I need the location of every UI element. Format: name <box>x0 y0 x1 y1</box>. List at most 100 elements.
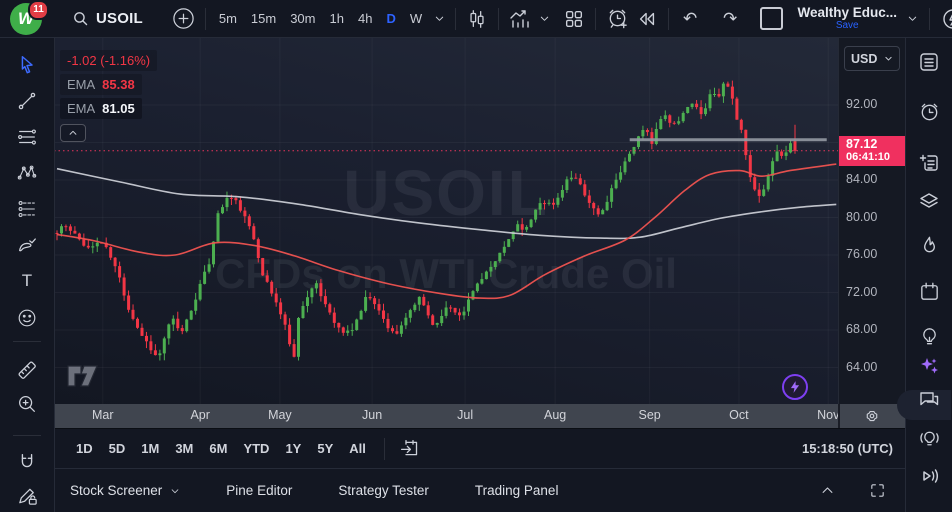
chevron-down-icon <box>884 54 893 63</box>
notes-button[interactable] <box>915 149 943 177</box>
timeframe-4h[interactable]: 4h <box>351 5 379 33</box>
utc-clock[interactable]: 15:18:50 (UTC) <box>802 441 893 456</box>
alarm-clock-plus-icon <box>606 7 629 30</box>
chart-area[interactable]: USOIL CFDs on WTI Crude Oil -1.02 (-1.16… <box>54 38 838 404</box>
timeframe-30m[interactable]: 30m <box>283 5 322 33</box>
range-1y[interactable]: 1Y <box>277 436 309 462</box>
range-ytd[interactable]: YTD <box>235 436 277 462</box>
watchlist-button[interactable] <box>915 48 943 76</box>
live-streams-button[interactable] <box>915 424 943 452</box>
range-1d[interactable]: 1D <box>68 436 101 462</box>
timeframe-15m[interactable]: 15m <box>244 5 283 33</box>
range-buttons: 1D5D1M3M6MYTD1Y5YAll <box>68 436 374 462</box>
ema-slow-legend-row[interactable]: EMA81.05 <box>60 98 142 119</box>
trend-line-tool-button[interactable] <box>13 87 41 115</box>
cursor-tool-button[interactable] <box>13 51 41 79</box>
chat-button[interactable] <box>915 385 943 413</box>
right-sidebar <box>905 38 952 512</box>
smiley-icon <box>16 307 38 329</box>
account-menu-button[interactable]: W 11 <box>6 0 50 38</box>
chevron-up-icon <box>68 128 78 138</box>
time-tick-label: Jul <box>457 408 473 422</box>
tab-strategy-tester[interactable]: Strategy Tester <box>338 483 429 498</box>
multichart-layout-button[interactable] <box>559 4 589 34</box>
indicators-button[interactable] <box>505 4 535 34</box>
emoji-tool-button[interactable] <box>13 304 41 332</box>
time-tick-label: Oct <box>729 408 748 422</box>
hotlists-button[interactable] <box>915 231 943 259</box>
bar-replay-button[interactable] <box>632 4 662 34</box>
magnet-mode-button[interactable] <box>13 448 41 476</box>
layout-title-block[interactable]: Wealthy Educ... Save <box>797 6 897 32</box>
tab-trading-panel[interactable]: Trading Panel <box>475 483 559 498</box>
bottom-range-bar: 1D5D1M3M6MYTD1Y5YAll 15:18:50 (UTC) <box>54 428 906 468</box>
tab-label: Stock Screener <box>70 483 162 498</box>
legend-collapse-button[interactable] <box>60 124 86 142</box>
indicator-templates-button[interactable] <box>535 4 553 34</box>
lightning-icon <box>788 380 802 394</box>
tradingview-logo-watermark[interactable] <box>66 362 106 390</box>
range-6m[interactable]: 6M <box>201 436 235 462</box>
drawing-lock-button[interactable] <box>13 481 41 509</box>
open-panel-button[interactable] <box>812 476 842 506</box>
redo-button[interactable]: ↷ <box>715 4 745 34</box>
broadcasts-button[interactable] <box>915 462 943 490</box>
timeframe-1h[interactable]: 1h <box>323 5 351 33</box>
chart-legend: -1.02 (-1.16%) EMA85.38 EMA81.05 <box>60 50 157 142</box>
forecast-tool-button[interactable] <box>13 195 41 223</box>
range-all[interactable]: All <box>341 436 374 462</box>
ai-assistant-button[interactable] <box>915 352 943 380</box>
range-3m[interactable]: 3M <box>167 436 201 462</box>
range-1m[interactable]: 1M <box>133 436 167 462</box>
object-tree-button[interactable] <box>915 187 943 215</box>
text-tool-button[interactable]: T <box>13 267 41 295</box>
compare-add-symbol-button[interactable] <box>169 4 199 34</box>
tab-pine-editor[interactable]: Pine Editor <box>226 483 292 498</box>
price-axis[interactable]: USD 92.0088.0084.0080.0076.0072.0068.006… <box>838 38 907 404</box>
brush-tool-button[interactable] <box>13 231 41 259</box>
measure-tool-button[interactable] <box>13 356 41 384</box>
time-tick-label: Mar <box>92 408 114 422</box>
symbol-search-button[interactable]: USOIL <box>62 3 153 35</box>
chart-canvas[interactable] <box>54 38 838 404</box>
fullscreen-button[interactable] <box>862 476 892 506</box>
time-tick-label: Apr <box>190 408 209 422</box>
fib-retracement-tool-button[interactable] <box>13 123 41 151</box>
undo-button[interactable]: ↶ <box>675 4 705 34</box>
chevron-down-icon <box>434 13 445 24</box>
calendar-arrow-icon <box>399 438 420 459</box>
layout-name: Wealthy Educ... <box>797 6 897 20</box>
price-tick-label: 76.00 <box>846 247 877 261</box>
chart-settings-button[interactable] <box>859 404 885 428</box>
range-5y[interactable]: 5Y <box>309 436 341 462</box>
alerts-button[interactable] <box>915 97 943 125</box>
timeframe-d[interactable]: D <box>379 5 402 33</box>
grid-layout-icon <box>563 8 585 30</box>
quick-actions-button[interactable] <box>936 4 952 34</box>
time-tick-label: May <box>268 408 292 422</box>
ema-fast-legend-row[interactable]: EMA85.38 <box>60 74 142 95</box>
go-to-date-button[interactable] <box>395 434 425 464</box>
time-axis[interactable]: MarAprMayJunJulAugSepOctNov <box>54 404 906 428</box>
last-price-value: 87.12 <box>846 137 912 151</box>
undo-arrow-icon: ↶ <box>683 10 697 27</box>
timeframe-5m[interactable]: 5m <box>212 5 244 33</box>
zoom-in-tool-button[interactable] <box>13 390 41 418</box>
timeframe-w[interactable]: W <box>403 5 429 33</box>
alarm-clock-icon <box>918 100 941 123</box>
timeframe-menu-button[interactable] <box>429 4 449 34</box>
layout-menu-button[interactable] <box>901 4 923 34</box>
tab-stock-screener[interactable]: Stock Screener <box>70 483 180 498</box>
pattern-tool-button[interactable] <box>13 159 41 187</box>
range-5d[interactable]: 5D <box>101 436 134 462</box>
boost-button[interactable] <box>782 374 808 400</box>
text-tool-icon: T <box>22 271 32 291</box>
currency-selector[interactable]: USD <box>844 46 900 71</box>
candlestick-icon <box>466 8 488 30</box>
chart-style-button[interactable] <box>462 4 492 34</box>
calendar-button[interactable] <box>915 277 943 305</box>
save-layout-checkbox[interactable] <box>760 7 783 30</box>
save-link[interactable]: Save <box>836 21 859 31</box>
create-alert-button[interactable] <box>602 4 632 34</box>
ideas-button[interactable] <box>915 322 943 350</box>
